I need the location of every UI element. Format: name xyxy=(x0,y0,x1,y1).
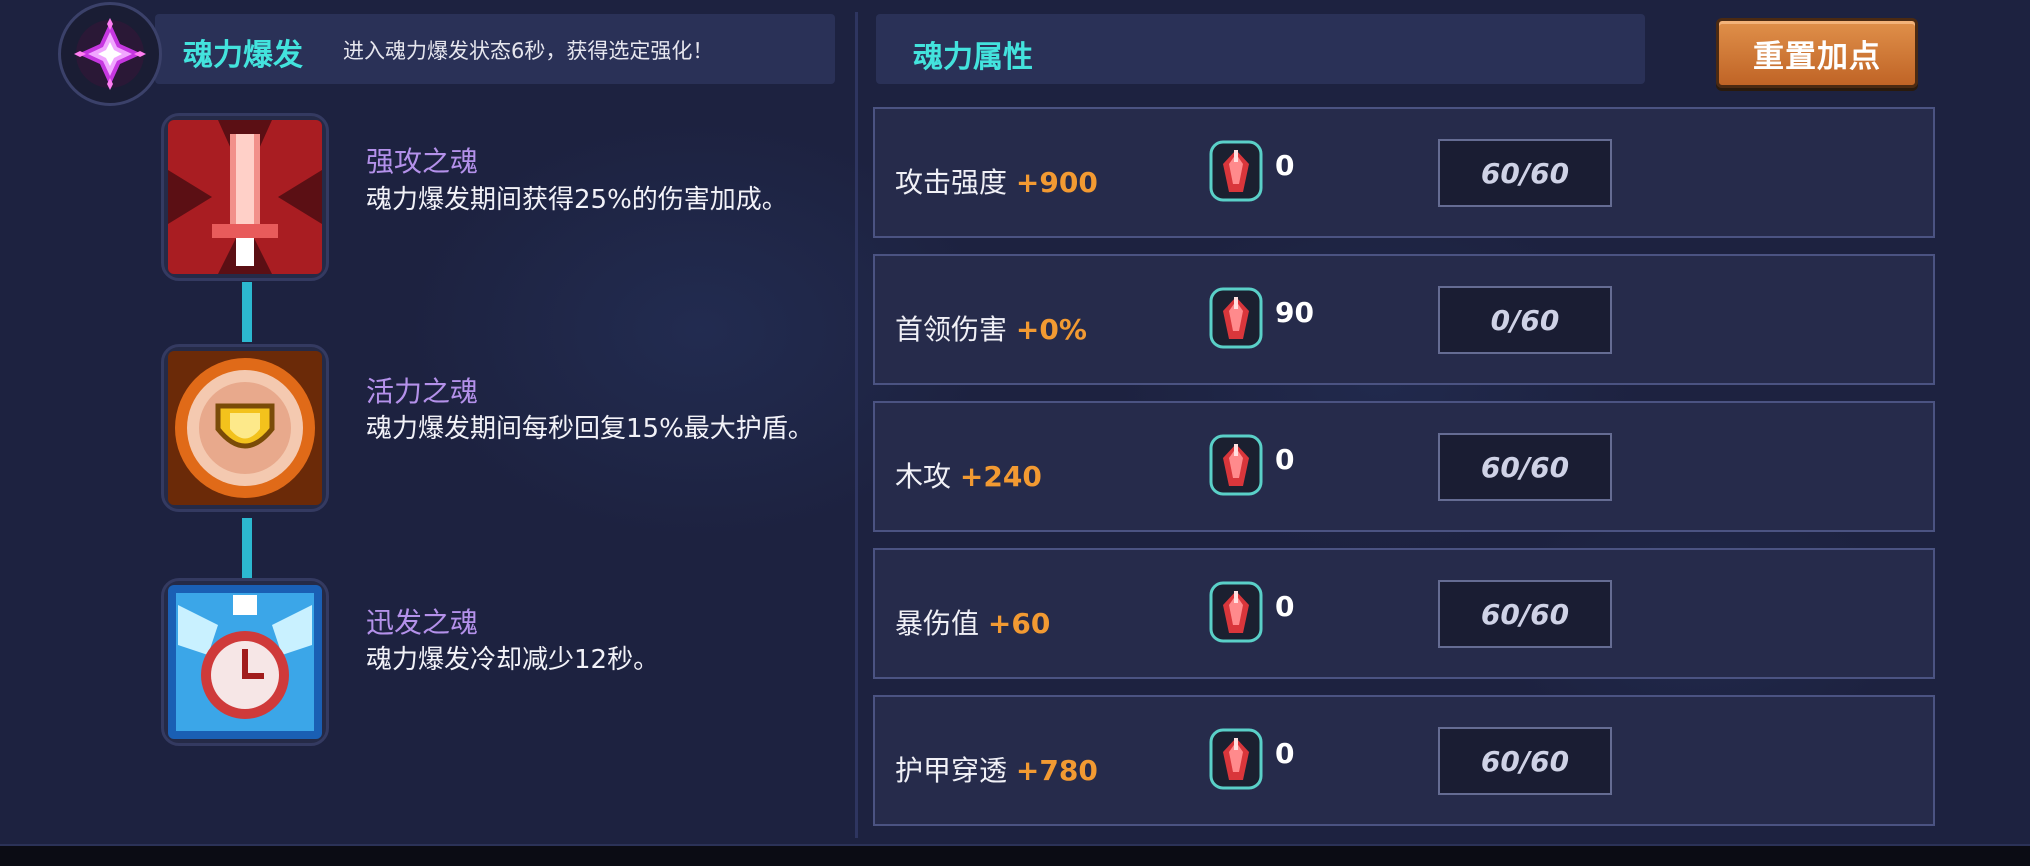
attribute-label: 护甲穿透 +780 xyxy=(895,749,1098,789)
attribute-bonus: +780 xyxy=(1015,754,1098,787)
attribute-level[interactable]: 60/60 xyxy=(1438,139,1612,207)
attribute-row: 木攻 +240 0 60/60 xyxy=(873,401,1935,532)
attribute-name: 首领伤害 xyxy=(895,313,1008,346)
attribute-bonus: +900 xyxy=(1015,166,1098,199)
skill-connector xyxy=(242,282,252,342)
attribute-level[interactable]: 60/60 xyxy=(1438,727,1612,795)
gem-count: 90 xyxy=(1275,296,1314,329)
attribute-level[interactable]: 60/60 xyxy=(1438,580,1612,648)
soul-gem-icon xyxy=(1209,434,1263,496)
attribute-bonus: +60 xyxy=(987,607,1051,640)
skill-name: 强攻之魂 xyxy=(366,145,479,178)
panel-divider xyxy=(855,12,858,838)
skill-name: 活力之魂 xyxy=(366,375,479,408)
attribute-name: 木攻 xyxy=(895,460,952,493)
red-sword-icon xyxy=(168,120,322,274)
attribute-row: 攻击强度 +900 0 60/60 xyxy=(873,107,1935,238)
attribute-label: 攻击强度 +900 xyxy=(895,161,1098,201)
attribute-row: 首领伤害 +0% 90 0/60 xyxy=(873,254,1935,385)
skill-description: 魂力爆发期间每秒回复15%最大护盾。 xyxy=(366,414,814,444)
skill-item-strong-attack[interactable] xyxy=(161,113,329,281)
attribute-row: 护甲穿透 +780 0 60/60 xyxy=(873,695,1935,826)
gem-count: 0 xyxy=(1275,590,1295,623)
soul-gem-icon xyxy=(1209,581,1263,643)
skill-description: 魂力爆发期间获得25%的伤害加成。 xyxy=(366,185,788,215)
gem-count: 0 xyxy=(1275,443,1295,476)
skill-item-swift[interactable] xyxy=(161,578,329,746)
skill-description: 魂力爆发冷却减少12秒。 xyxy=(366,645,660,675)
attribute-bonus: +0% xyxy=(1015,313,1087,346)
bottom-bar xyxy=(0,844,2030,866)
attribute-row: 暴伤值 +60 0 60/60 xyxy=(873,548,1935,679)
soul-gem-icon xyxy=(1209,287,1263,349)
purple-crystal-icon xyxy=(58,2,162,106)
attribute-label: 木攻 +240 xyxy=(895,455,1042,495)
soul-gem-icon xyxy=(1209,140,1263,202)
attribute-name: 护甲穿透 xyxy=(895,754,1008,787)
skill-name: 迅发之魂 xyxy=(366,606,479,639)
attribute-label: 暴伤值 +60 xyxy=(895,602,1050,642)
soul-gem-icon xyxy=(1209,728,1263,790)
gem-count: 0 xyxy=(1275,149,1295,182)
attribute-label: 首领伤害 +0% xyxy=(895,308,1087,348)
gold-shield-icon xyxy=(168,351,322,505)
burst-description: 进入魂力爆发状态6秒，获得选定强化！ xyxy=(343,39,714,63)
attribute-level[interactable]: 60/60 xyxy=(1438,433,1612,501)
blue-clock-icon xyxy=(168,585,322,739)
skill-connector xyxy=(242,518,252,578)
attribute-name: 攻击强度 xyxy=(895,166,1008,199)
skill-item-vitality[interactable] xyxy=(161,344,329,512)
reset-points-button[interactable]: 重置加点 xyxy=(1716,18,1918,88)
burst-title: 魂力爆发 xyxy=(183,38,303,73)
attributes-header: 魂力属性 xyxy=(876,14,1645,84)
attributes-title: 魂力属性 xyxy=(913,40,1033,75)
attribute-bonus: +240 xyxy=(959,460,1042,493)
attribute-level[interactable]: 0/60 xyxy=(1438,286,1612,354)
gem-count: 0 xyxy=(1275,737,1295,770)
attribute-name: 暴伤值 xyxy=(895,607,980,640)
